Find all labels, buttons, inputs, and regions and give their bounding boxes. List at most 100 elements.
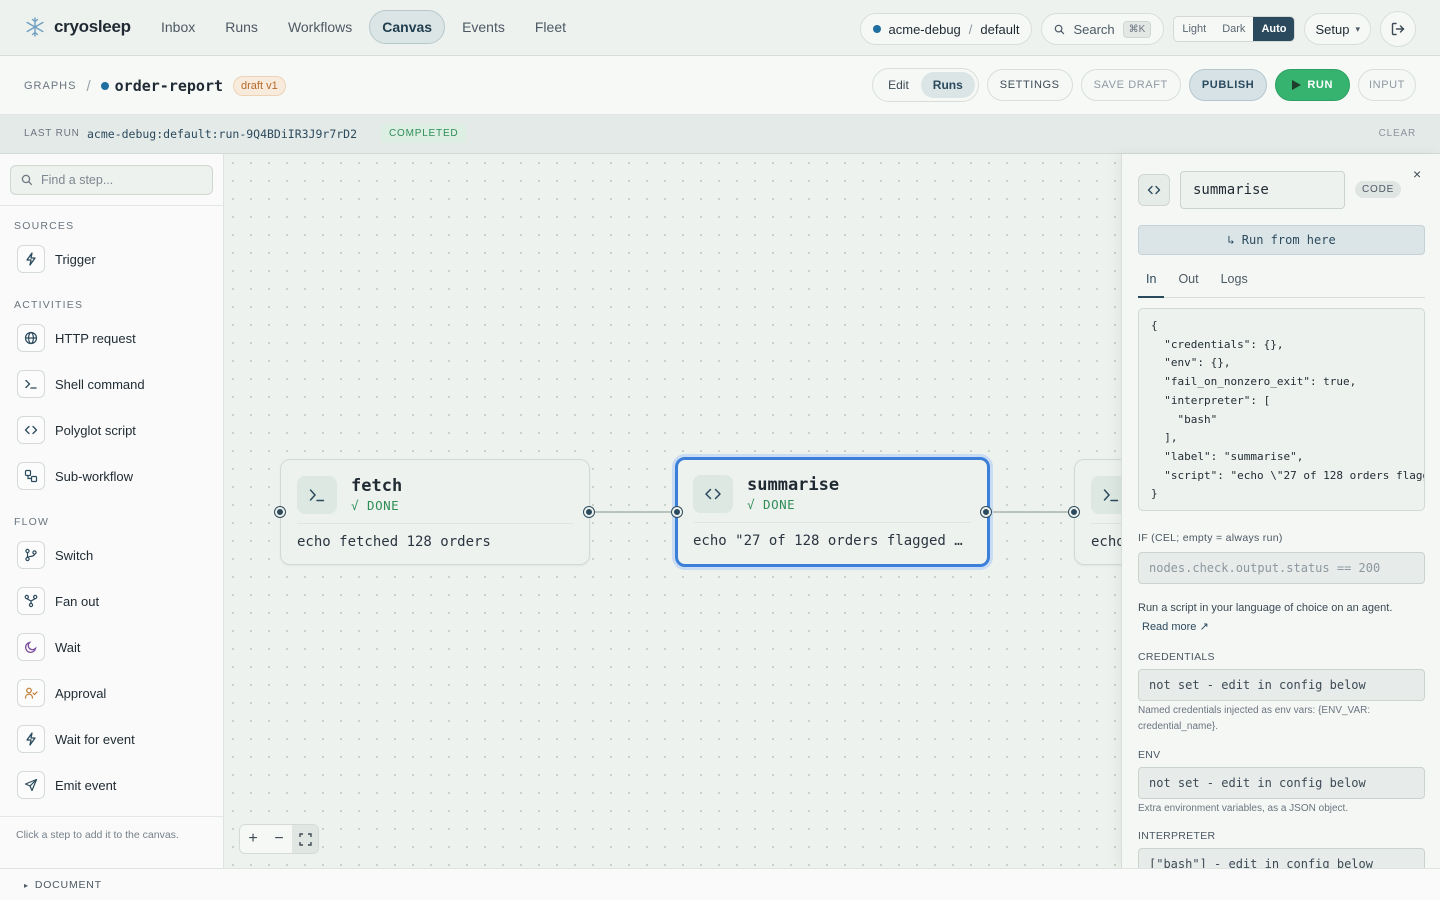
interpreter-label: INTERPRETER	[1138, 830, 1216, 842]
port-fetch-out[interactable]	[584, 507, 594, 517]
port-next-in[interactable]	[1069, 507, 1079, 517]
step-kind-badge: CODE	[1355, 181, 1402, 198]
clear-last-run-button[interactable]: CLEAR	[1379, 128, 1416, 139]
step-wait-for-event[interactable]: Wait for event	[17, 725, 135, 753]
theme-dark[interactable]: Dark	[1214, 17, 1253, 41]
step-label: Fan out	[55, 593, 100, 609]
step-label: Emit event	[55, 777, 117, 793]
last-run-status-badge: COMPLETED	[381, 124, 467, 143]
input-json-viewer[interactable]: { "credentials": {}, "env": {}, "fail_on…	[1138, 308, 1425, 511]
fan-out-icon	[17, 587, 45, 615]
branch-icon	[17, 541, 45, 569]
search-button[interactable]: Search ⌘K	[1041, 13, 1165, 45]
mode-edit[interactable]: Edit	[876, 72, 921, 98]
graph-actions: Edit Runs SETTINGS SAVE DRAFT PUBLISH RU…	[872, 68, 1416, 102]
port-summarise-in[interactable]	[672, 507, 682, 517]
step-label: Trigger	[55, 251, 96, 267]
credentials-field[interactable]	[1138, 669, 1425, 701]
env-field[interactable]	[1138, 767, 1425, 799]
mode-toggle: Edit Runs	[872, 68, 979, 102]
bolt-icon	[17, 725, 45, 753]
save-draft-button[interactable]: SAVE DRAFT	[1080, 69, 1181, 101]
section-flow: FLOW	[14, 516, 50, 528]
workspace-switcher[interactable]: acme-debug / default	[859, 13, 1033, 45]
edge-fetch-summarise[interactable]	[594, 511, 674, 513]
step-wait[interactable]: Wait	[17, 633, 81, 661]
breadcrumb-graphs[interactable]: GRAPHS	[24, 80, 76, 92]
send-icon	[17, 771, 45, 799]
input-button[interactable]: INPUT	[1358, 69, 1416, 101]
read-more-link[interactable]: Read more ↗	[1142, 620, 1209, 633]
node-next[interactable]: echo	[1074, 459, 1121, 565]
nav-fleet[interactable]: Fleet	[522, 10, 579, 44]
theme-switcher: Light Dark Auto	[1173, 16, 1296, 42]
step-name-input[interactable]	[1180, 171, 1345, 209]
fit-view-button[interactable]	[292, 825, 318, 853]
top-nav: cryosleep Inbox Runs Workflows Canvas Ev…	[0, 0, 1440, 56]
step-label: Wait	[55, 639, 81, 655]
step-search[interactable]	[10, 165, 213, 195]
close-icon[interactable]: ×	[1413, 166, 1421, 182]
code-icon	[17, 416, 45, 444]
logout-button[interactable]	[1380, 11, 1416, 47]
port-fetch-in[interactable]	[275, 507, 285, 517]
tab-logs[interactable]: Logs	[1213, 272, 1256, 298]
zoom-out-button[interactable]: −	[266, 825, 292, 853]
node-fetch[interactable]: fetch √ DONE echo fetched 128 orders	[280, 459, 590, 565]
io-tabs: In Out Logs	[1138, 272, 1425, 298]
theme-auto[interactable]: Auto	[1253, 17, 1295, 41]
subflow-icon	[17, 462, 45, 490]
step-inspector: CODE × ↳ Run from here In Out Logs { "cr…	[1121, 154, 1440, 868]
zoom-in-button[interactable]: +	[240, 825, 266, 853]
step-sub-workflow[interactable]: Sub-workflow	[17, 462, 133, 490]
workspace-sep: /	[968, 21, 973, 37]
port-summarise-out[interactable]	[981, 507, 991, 517]
mode-runs[interactable]: Runs	[920, 72, 975, 98]
brand[interactable]: cryosleep	[24, 16, 131, 38]
settings-button[interactable]: SETTINGS	[986, 69, 1073, 101]
draft-badge: draft v1	[233, 76, 286, 96]
graph-header: GRAPHS / order-report draft v1 Edit Runs…	[0, 56, 1440, 115]
theme-light[interactable]: Light	[1174, 17, 1214, 41]
graph-canvas[interactable]: fetch √ DONE echo fetched 128 orders sum…	[224, 154, 1121, 868]
bottom-bar: ▸ DOCUMENT	[0, 868, 1440, 900]
code-icon	[693, 475, 733, 513]
publish-button[interactable]: PUBLISH	[1188, 69, 1268, 101]
last-run-id[interactable]: acme-debug:default:run-9Q4BDiIR3J9r7rD2	[87, 127, 357, 141]
step-trigger[interactable]: Trigger	[17, 245, 96, 273]
step-approval[interactable]: Approval	[17, 679, 106, 707]
step-polyglot-script[interactable]: Polyglot script	[17, 416, 136, 444]
step-switch[interactable]: Switch	[17, 541, 93, 569]
node-command: echo	[1091, 534, 1121, 550]
setup-button[interactable]: Setup ▾	[1304, 13, 1371, 45]
palette-hint: Click a step to add it to the canvas.	[16, 829, 179, 841]
step-search-input[interactable]	[41, 173, 191, 187]
edge-summarise-next[interactable]	[990, 511, 1070, 513]
tab-out[interactable]: Out	[1170, 272, 1206, 298]
run-from-here-button[interactable]: ↳ Run from here	[1138, 225, 1425, 255]
interpreter-field[interactable]	[1138, 848, 1425, 868]
nav-events[interactable]: Events	[449, 10, 518, 44]
workspace-dot	[872, 25, 881, 33]
node-summarise[interactable]: summarise √ DONE echo "27 of 128 orders …	[675, 457, 990, 567]
tab-in[interactable]: In	[1138, 272, 1165, 298]
nav-canvas[interactable]: Canvas	[369, 10, 446, 44]
step-shell-command[interactable]: Shell command	[17, 370, 145, 398]
if-condition-input[interactable]	[1138, 552, 1425, 584]
step-label: Polyglot script	[55, 422, 136, 438]
credentials-help: Named credentials injected as env vars: …	[1138, 705, 1371, 732]
run-button[interactable]: RUN	[1275, 69, 1350, 101]
step-label: Shell command	[55, 376, 145, 392]
step-emit-event[interactable]: Emit event	[17, 771, 116, 799]
node-command: echo "27 of 128 orders flagged for revie…	[693, 533, 971, 549]
step-fan-out[interactable]: Fan out	[17, 587, 99, 615]
step-label: Sub-workflow	[55, 468, 134, 484]
step-http-request[interactable]: HTTP request	[17, 324, 136, 352]
document-toggle[interactable]: ▸ DOCUMENT	[24, 879, 102, 891]
run-label: RUN	[1307, 79, 1333, 91]
breadcrumb: GRAPHS / order-report draft v1	[24, 76, 286, 96]
nav-workflows[interactable]: Workflows	[275, 10, 365, 44]
nav-inbox[interactable]: Inbox	[148, 10, 208, 44]
nav-runs[interactable]: Runs	[212, 10, 271, 44]
terminal-icon	[1091, 476, 1121, 514]
